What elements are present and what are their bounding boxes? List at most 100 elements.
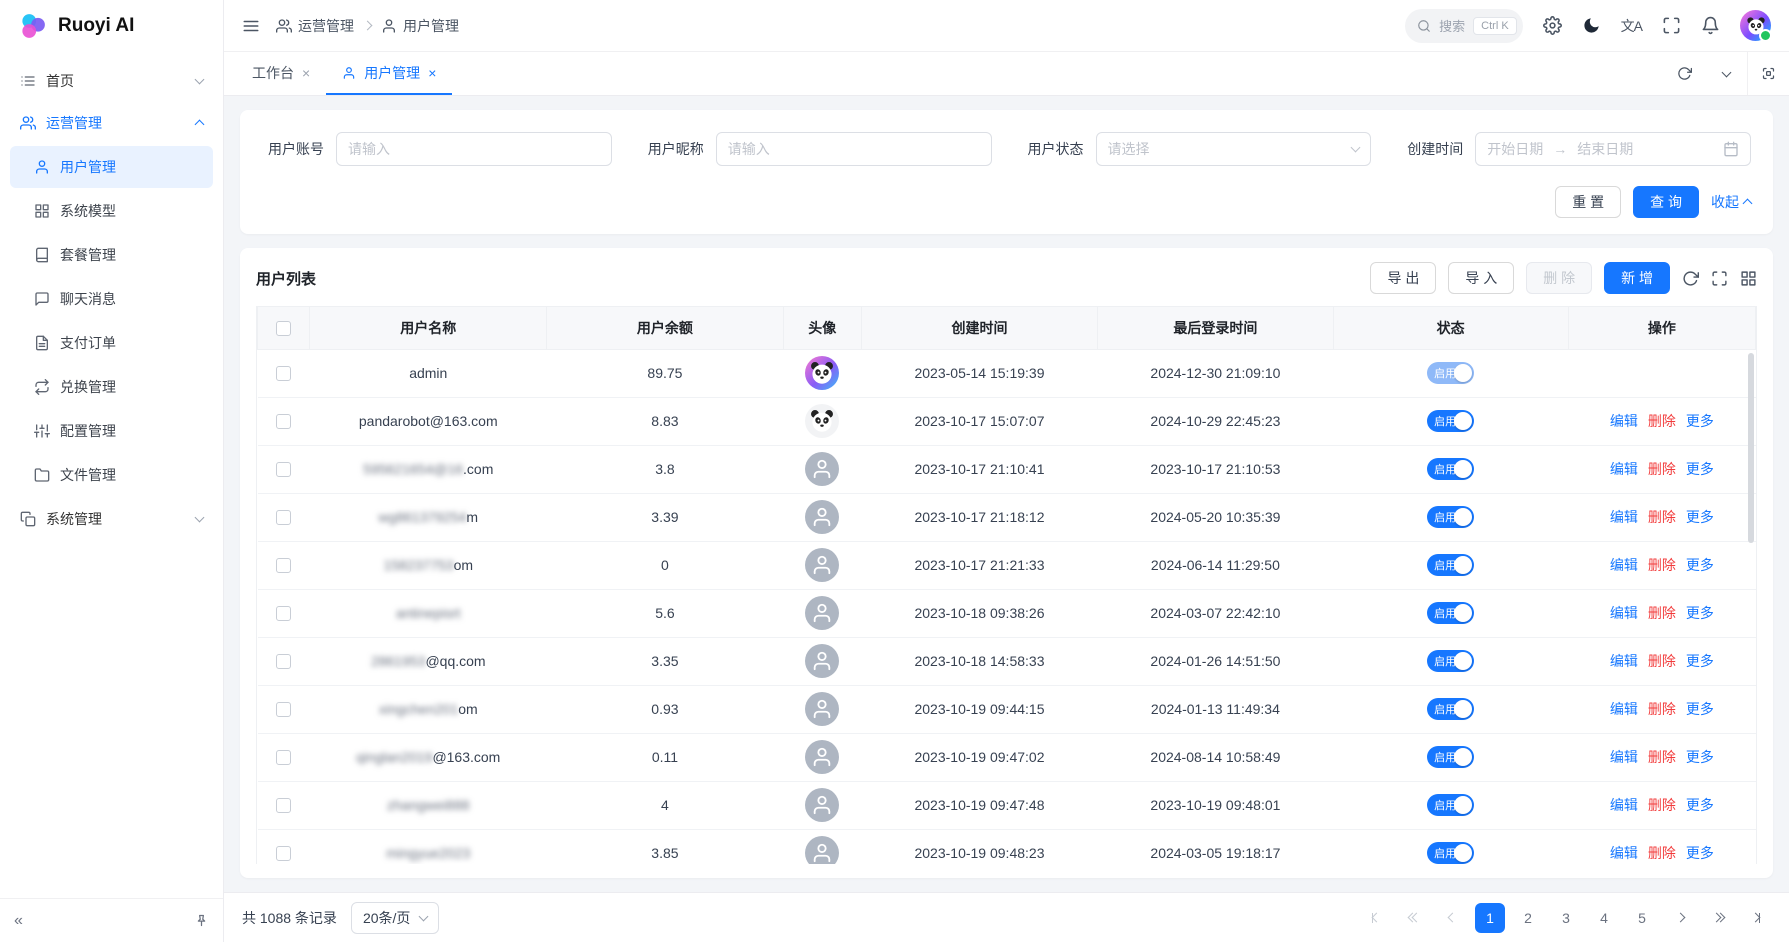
nickname-input[interactable] xyxy=(716,132,992,166)
edit-link[interactable]: 编辑 xyxy=(1610,699,1638,719)
delete-link[interactable]: 删除 xyxy=(1648,747,1676,767)
sidebar-item-home[interactable]: 首页 xyxy=(10,60,213,102)
settings-gear-icon[interactable] xyxy=(1543,16,1562,35)
delete-button[interactable]: 删 除 xyxy=(1526,262,1592,294)
edit-link[interactable]: 编辑 xyxy=(1610,411,1638,431)
breadcrumb-user-management[interactable]: 用户管理 xyxy=(381,16,459,36)
export-button[interactable]: 导 出 xyxy=(1370,262,1436,294)
add-button[interactable]: 新 增 xyxy=(1604,262,1670,294)
row-checkbox[interactable] xyxy=(276,654,291,669)
more-link[interactable]: 更多 xyxy=(1686,459,1714,479)
sidebar-item-file-management[interactable]: 文件管理 xyxy=(10,454,213,496)
delete-link[interactable]: 删除 xyxy=(1648,843,1676,863)
sidebar-item-system-models[interactable]: 系统模型 xyxy=(10,190,213,232)
status-toggle[interactable]: 启用 xyxy=(1427,410,1474,432)
import-button[interactable]: 导 入 xyxy=(1448,262,1514,294)
tab-workbench[interactable]: 工作台 × xyxy=(236,52,326,95)
pagination-next-button[interactable] xyxy=(1665,903,1695,933)
status-toggle[interactable]: 启用 xyxy=(1427,746,1474,768)
delete-link[interactable]: 删除 xyxy=(1648,651,1676,671)
more-link[interactable]: 更多 xyxy=(1686,795,1714,815)
status-toggle[interactable]: 启用 xyxy=(1427,554,1474,576)
more-link[interactable]: 更多 xyxy=(1686,555,1714,575)
row-checkbox[interactable] xyxy=(276,414,291,429)
more-link[interactable]: 更多 xyxy=(1686,411,1714,431)
status-toggle[interactable]: 启用 xyxy=(1427,506,1474,528)
sidebar-item-user-management[interactable]: 用户管理 xyxy=(10,146,213,188)
sidebar-item-package-management[interactable]: 套餐管理 xyxy=(10,234,213,276)
row-checkbox[interactable] xyxy=(276,606,291,621)
user-avatar[interactable] xyxy=(1740,10,1771,41)
pagination-page-5[interactable]: 5 xyxy=(1627,903,1657,933)
status-toggle[interactable]: 启用 xyxy=(1427,698,1474,720)
status-toggle[interactable]: 启用 xyxy=(1427,362,1474,384)
pagination-page-4[interactable]: 4 xyxy=(1589,903,1619,933)
language-translate-icon[interactable]: 文A xyxy=(1621,16,1642,36)
dark-mode-moon-icon[interactable] xyxy=(1582,16,1601,35)
refresh-tab-icon[interactable] xyxy=(1663,52,1705,95)
row-checkbox[interactable] xyxy=(276,558,291,573)
edit-link[interactable]: 编辑 xyxy=(1610,843,1638,863)
delete-link[interactable]: 删除 xyxy=(1648,699,1676,719)
more-link[interactable]: 更多 xyxy=(1686,603,1714,623)
status-select[interactable]: 请选择 xyxy=(1096,132,1372,166)
table-scrollbar[interactable] xyxy=(1748,353,1754,543)
more-link[interactable]: 更多 xyxy=(1686,651,1714,671)
delete-link[interactable]: 删除 xyxy=(1648,459,1676,479)
pagination-last-button[interactable] xyxy=(1741,903,1771,933)
pagination-page-2[interactable]: 2 xyxy=(1513,903,1543,933)
content-fullscreen-icon[interactable] xyxy=(1747,52,1789,95)
status-toggle[interactable]: 启用 xyxy=(1427,650,1474,672)
reset-button[interactable]: 重 置 xyxy=(1555,186,1621,218)
pagination-page-3[interactable]: 3 xyxy=(1551,903,1581,933)
pagination-fast-next-button[interactable] xyxy=(1703,903,1733,933)
sidebar-item-payment-orders[interactable]: 支付订单 xyxy=(10,322,213,364)
row-checkbox[interactable] xyxy=(276,750,291,765)
notification-bell-icon[interactable] xyxy=(1701,16,1720,35)
tab-user-management[interactable]: 用户管理 × xyxy=(326,52,452,95)
page-size-select[interactable]: 20条/页 xyxy=(351,902,439,934)
delete-link[interactable]: 删除 xyxy=(1648,555,1676,575)
row-checkbox[interactable] xyxy=(276,510,291,525)
status-toggle[interactable]: 启用 xyxy=(1427,842,1474,864)
pin-icon[interactable] xyxy=(194,913,209,928)
date-range-picker[interactable]: 开始日期 → 结束日期 xyxy=(1475,132,1751,166)
sidebar-item-system[interactable]: 系统管理 xyxy=(10,498,213,540)
column-settings-grid-icon[interactable] xyxy=(1740,270,1757,287)
pagination-first-button[interactable] xyxy=(1361,903,1391,933)
edit-link[interactable]: 编辑 xyxy=(1610,747,1638,767)
delete-link[interactable]: 删除 xyxy=(1648,795,1676,815)
close-icon[interactable]: × xyxy=(428,65,436,81)
delete-link[interactable]: 删除 xyxy=(1648,603,1676,623)
edit-link[interactable]: 编辑 xyxy=(1610,459,1638,479)
edit-link[interactable]: 编辑 xyxy=(1610,555,1638,575)
hamburger-menu-icon[interactable] xyxy=(242,17,260,35)
status-toggle[interactable]: 启用 xyxy=(1427,602,1474,624)
delete-link[interactable]: 删除 xyxy=(1648,411,1676,431)
tab-actions-dropdown[interactable] xyxy=(1705,52,1747,95)
sidebar-item-config-management[interactable]: 配置管理 xyxy=(10,410,213,452)
search-button[interactable]: 查 询 xyxy=(1633,186,1699,218)
refresh-table-icon[interactable] xyxy=(1682,270,1699,287)
select-all-checkbox[interactable] xyxy=(276,321,291,336)
more-link[interactable]: 更多 xyxy=(1686,747,1714,767)
sidebar-item-chat-messages[interactable]: 聊天消息 xyxy=(10,278,213,320)
edit-link[interactable]: 编辑 xyxy=(1610,651,1638,671)
status-toggle[interactable]: 启用 xyxy=(1427,458,1474,480)
row-checkbox[interactable] xyxy=(276,462,291,477)
edit-link[interactable]: 编辑 xyxy=(1610,603,1638,623)
row-checkbox[interactable] xyxy=(276,798,291,813)
more-link[interactable]: 更多 xyxy=(1686,843,1714,863)
fullscreen-icon[interactable] xyxy=(1662,16,1681,35)
row-checkbox[interactable] xyxy=(276,366,291,381)
table-fullscreen-icon[interactable] xyxy=(1711,270,1728,287)
pagination-fast-prev-button[interactable] xyxy=(1399,903,1429,933)
row-checkbox[interactable] xyxy=(276,846,291,861)
global-search[interactable]: 搜索 Ctrl K xyxy=(1405,9,1523,43)
status-toggle[interactable]: 启用 xyxy=(1427,794,1474,816)
sidebar-collapse-button[interactable]: « xyxy=(14,912,23,930)
pagination-page-1[interactable]: 1 xyxy=(1475,903,1505,933)
pagination-prev-button[interactable] xyxy=(1437,903,1467,933)
account-input[interactable] xyxy=(336,132,612,166)
collapse-filter-link[interactable]: 收起 xyxy=(1711,192,1751,212)
